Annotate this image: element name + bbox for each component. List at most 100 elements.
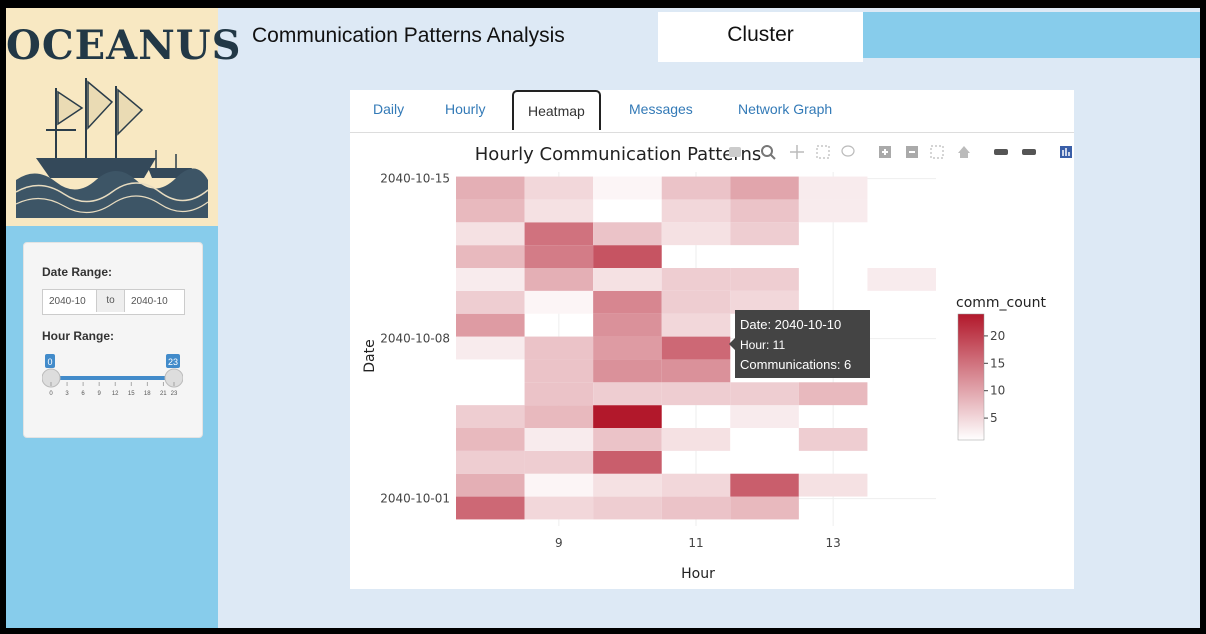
- heatmap-cell[interactable]: [593, 222, 662, 246]
- view-tabs: Daily Hourly Heatmap Messages Network Gr…: [350, 90, 1074, 133]
- heatmap-cell[interactable]: [456, 336, 525, 360]
- heatmap-cell[interactable]: [524, 382, 594, 406]
- heatmap-cell[interactable]: [798, 428, 868, 451]
- heatmap-cell[interactable]: [661, 496, 731, 520]
- tab-cluster[interactable]: Cluster: [658, 12, 863, 62]
- date-start-field[interactable]: 2040-10: [49, 296, 86, 307]
- heatmap-cell[interactable]: [524, 496, 594, 520]
- heatmap-cell[interactable]: [456, 473, 525, 497]
- zoom-icon[interactable]: [761, 145, 776, 160]
- oceanus-logo: OCEANUS: [6, 8, 241, 226]
- heatmap-plot: 9 11 13 2040-10-15 2040-10-08 2040-10-01 Hou…: [362, 144, 1072, 582]
- box-select-icon[interactable]: [816, 145, 830, 159]
- heatmap-cell[interactable]: [661, 473, 731, 497]
- spike-lines-icon[interactable]: [994, 149, 1008, 155]
- tab-hourly[interactable]: Hourly: [445, 101, 485, 117]
- heatmap-cell[interactable]: [798, 382, 868, 406]
- y-tick-label: 2040-10-08: [380, 332, 450, 346]
- heatmap-cell[interactable]: [730, 496, 799, 520]
- heatmap-cell[interactable]: [798, 473, 868, 497]
- autoscale-icon[interactable]: [930, 145, 944, 159]
- heatmap-cell[interactable]: [661, 428, 731, 451]
- heatmap-cell[interactable]: [593, 290, 662, 314]
- heatmap-cell[interactable]: [456, 268, 525, 291]
- heatmap-cell[interactable]: [524, 336, 594, 360]
- sidebar: Date Range: 2040-10 to 2040-10 Hour Rang…: [6, 226, 218, 628]
- heatmap-cell[interactable]: [524, 428, 594, 451]
- tab-daily[interactable]: Daily: [373, 101, 404, 117]
- heatmap-cell[interactable]: [456, 290, 525, 314]
- heatmap-cell[interactable]: [456, 450, 525, 474]
- home-icon[interactable]: [958, 146, 970, 158]
- heatmap-cell[interactable]: [661, 336, 731, 360]
- heatmap-cell[interactable]: [730, 428, 799, 451]
- zoom-out-icon[interactable]: [906, 146, 918, 158]
- colorbar-gradient: [957, 313, 985, 441]
- heatmap-cell[interactable]: [593, 268, 662, 291]
- heatmap-cell[interactable]: [593, 450, 662, 474]
- heatmap-cell[interactable]: [593, 382, 662, 406]
- header-bar: [863, 12, 1200, 58]
- heatmap-cell[interactable]: [524, 290, 594, 314]
- heatmap-cell[interactable]: [524, 473, 594, 497]
- heatmap-cell[interactable]: [593, 336, 662, 360]
- heatmap-cell[interactable]: [661, 290, 731, 314]
- heatmap-cell[interactable]: [524, 405, 594, 428]
- heatmap-cell[interactable]: [661, 382, 731, 406]
- camera-icon[interactable]: [729, 147, 741, 157]
- heatmap-cell[interactable]: [456, 496, 525, 520]
- plotly-logo-icon[interactable]: [1060, 146, 1072, 158]
- heatmap-cell[interactable]: [661, 222, 731, 246]
- heatmap-cell[interactable]: [730, 268, 799, 291]
- heatmap-cell[interactable]: [524, 176, 594, 200]
- pan-icon[interactable]: [790, 145, 804, 159]
- chart-title: Hourly Communication Patterns: [475, 144, 761, 165]
- heatmap-cell[interactable]: [730, 382, 799, 406]
- heatmap-cell[interactable]: [593, 428, 662, 451]
- heatmap-cell[interactable]: [661, 268, 731, 291]
- heatmap-cell[interactable]: [524, 359, 594, 383]
- tab-messages[interactable]: Messages: [629, 101, 693, 117]
- heatmap-cell[interactable]: [524, 199, 594, 223]
- compare-icon[interactable]: [1022, 149, 1036, 155]
- heatmap-cell[interactable]: [456, 176, 525, 200]
- heatmap-cell[interactable]: [730, 199, 799, 223]
- heatmap-cell[interactable]: [593, 176, 662, 200]
- tab-heatmap[interactable]: Heatmap: [512, 90, 601, 130]
- heatmap-cell[interactable]: [524, 450, 594, 474]
- heatmap-cell[interactable]: [524, 268, 594, 291]
- hour-range-slider[interactable]: 0 23 0 3 6 9 12 15 18 21 23: [42, 351, 183, 401]
- heatmap-cell[interactable]: [456, 199, 525, 223]
- heatmap-cell[interactable]: [730, 405, 799, 428]
- heatmap-cell[interactable]: [456, 313, 525, 337]
- tab-network-graph[interactable]: Network Graph: [738, 101, 832, 117]
- colorbar-tick-label: 15: [990, 356, 1005, 370]
- heatmap-cell[interactable]: [524, 222, 594, 246]
- heatmap-cell[interactable]: [593, 359, 662, 383]
- heatmap-cell[interactable]: [661, 176, 731, 200]
- heatmap-cell[interactable]: [661, 199, 731, 223]
- heatmap-cell[interactable]: [798, 176, 868, 200]
- heatmap-cell[interactable]: [593, 245, 662, 268]
- heatmap-cell[interactable]: [524, 245, 594, 268]
- heatmap-cell[interactable]: [730, 222, 799, 246]
- heatmap-cell[interactable]: [456, 245, 525, 268]
- heatmap-cell[interactable]: [593, 313, 662, 337]
- zoom-in-icon[interactable]: [879, 146, 891, 158]
- heatmap-cell[interactable]: [456, 428, 525, 451]
- heatmap-cell[interactable]: [593, 405, 662, 428]
- heatmap-cell[interactable]: [730, 473, 799, 497]
- heatmap-cell[interactable]: [661, 359, 731, 383]
- heatmap-cell[interactable]: [593, 473, 662, 497]
- lasso-icon[interactable]: [841, 145, 855, 157]
- heatmap-cell[interactable]: [661, 313, 731, 337]
- heatmap-cell[interactable]: [456, 222, 525, 246]
- heatmap-cell[interactable]: [593, 496, 662, 520]
- heatmap-cell[interactable]: [456, 405, 525, 428]
- heatmap-cell[interactable]: [798, 199, 868, 223]
- heatmap-cell[interactable]: [730, 176, 799, 200]
- heatmap-cell[interactable]: [867, 268, 936, 291]
- y-axis-ticks: 2040-10-15 2040-10-08 2040-10-01: [380, 172, 450, 506]
- date-end-field[interactable]: 2040-10: [131, 296, 168, 307]
- date-range-input[interactable]: 2040-10 to 2040-10: [42, 289, 185, 315]
